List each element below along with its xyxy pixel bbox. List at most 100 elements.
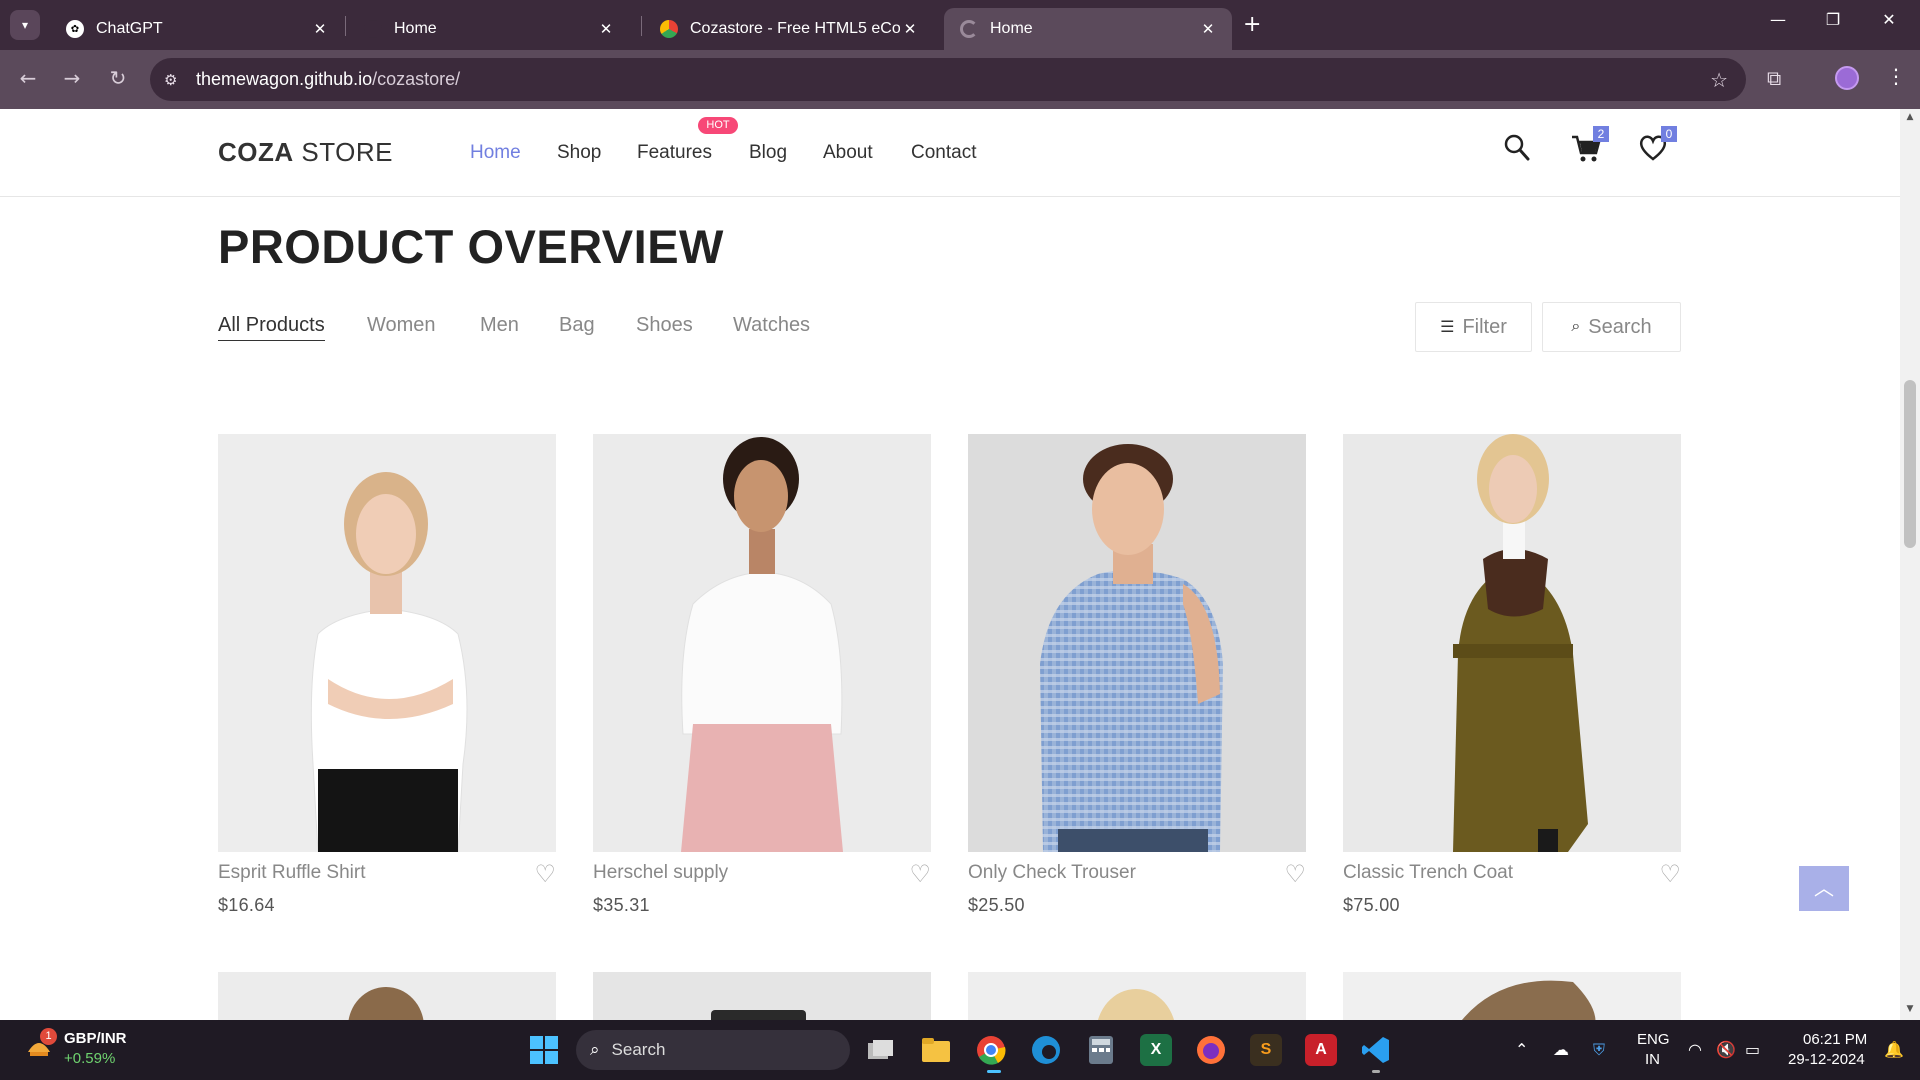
taskbar-search[interactable]: ⌕ Search: [576, 1030, 850, 1070]
site-logo[interactable]: COZA STORE: [218, 137, 393, 168]
calculator-icon[interactable]: [1085, 1034, 1117, 1066]
nav-features[interactable]: Features: [637, 142, 712, 164]
vscode-icon[interactable]: [1360, 1034, 1392, 1066]
filter-button[interactable]: ☰ Filter: [1415, 302, 1532, 352]
tab-title: Home: [990, 20, 1033, 37]
profile-avatar[interactable]: [1835, 66, 1859, 90]
tab-home-active[interactable]: Home ✕: [944, 8, 1232, 50]
filter-tab-men[interactable]: Men: [480, 314, 519, 340]
product-image-partial[interactable]: [968, 972, 1306, 1020]
nav-home[interactable]: Home: [470, 142, 521, 164]
minimize-button[interactable]: —: [1763, 10, 1793, 29]
close-icon[interactable]: ✕: [900, 20, 920, 38]
back-to-top-button[interactable]: ︿: [1799, 866, 1849, 911]
sublime-text-icon[interactable]: S: [1250, 1034, 1282, 1066]
filter-tab-women[interactable]: Women: [367, 314, 436, 340]
reload-button[interactable]: ↻: [103, 66, 133, 90]
reload-icon: ↻: [109, 66, 127, 90]
search-toggle-button[interactable]: ⌕ Search: [1542, 302, 1681, 352]
heart-icon[interactable]: ♡: [909, 860, 931, 888]
widget-title[interactable]: GBP/INR: [64, 1030, 127, 1047]
acrobat-icon[interactable]: A: [1305, 1034, 1337, 1066]
url-path: /cozastore/: [372, 69, 461, 89]
product-card[interactable]: Only Check Trouser ♡ $25.50: [968, 434, 1306, 924]
page-scrollbar[interactable]: [1900, 109, 1920, 1020]
product-card[interactable]: Esprit Ruffle Shirt ♡ $16.64: [218, 434, 556, 924]
heart-icon[interactable]: ♡: [1659, 860, 1681, 888]
back-button[interactable]: ←: [13, 66, 43, 90]
product-image-partial[interactable]: [1343, 972, 1681, 1020]
battery-icon[interactable]: ▭: [1745, 1040, 1760, 1059]
widget-badge: 1: [40, 1028, 57, 1045]
tab-title: ChatGPT: [96, 20, 163, 37]
product-image-esprit-ruffle-shirt[interactable]: [218, 434, 556, 852]
close-window-button[interactable]: ✕: [1874, 10, 1904, 29]
product-image-classic-trench-coat[interactable]: [1343, 434, 1681, 852]
security-shield-icon[interactable]: ⛨: [1593, 1040, 1605, 1060]
nav-shop[interactable]: Shop: [557, 142, 601, 164]
filter-tab-bag[interactable]: Bag: [559, 314, 595, 340]
windows-start-button[interactable]: [528, 1034, 560, 1066]
heart-icon[interactable]: ♡: [1284, 860, 1306, 888]
tab-title: Home: [394, 20, 437, 37]
site-info-icon[interactable]: ⚙: [164, 71, 184, 89]
product-image-partial[interactable]: [218, 972, 556, 1020]
product-price: $35.31: [593, 895, 650, 915]
tab-chatgpt[interactable]: ✿ ChatGPT ✕: [50, 8, 344, 50]
scrollbar-thumb[interactable]: [1904, 380, 1916, 548]
forward-button[interactable]: →: [57, 66, 87, 90]
address-bar[interactable]: ⚙ themewagon.github.io/cozastore/ ☆: [150, 58, 1746, 101]
browser-menu-icon[interactable]: ⋮: [1886, 64, 1906, 88]
filter-tab-shoes[interactable]: Shoes: [636, 314, 693, 340]
tab-search-button[interactable]: ▾: [10, 10, 40, 40]
running-app-indicator: [1372, 1070, 1380, 1073]
edge-icon[interactable]: [1030, 1034, 1062, 1066]
product-name[interactable]: Only Check Trouser: [968, 862, 1136, 884]
file-explorer-icon[interactable]: [920, 1034, 952, 1066]
scroll-up-icon[interactable]: ▲: [1904, 112, 1916, 122]
nav-blog[interactable]: Blog: [749, 142, 787, 164]
restore-button[interactable]: ❐: [1818, 10, 1848, 29]
tab-home-1[interactable]: Home ✕: [348, 8, 630, 50]
clock-date: 29-12-2024: [1788, 1051, 1865, 1068]
product-image-only-check-trouser[interactable]: [968, 434, 1306, 852]
speaker-muted-icon[interactable]: 🔇: [1716, 1040, 1736, 1059]
product-price: $16.64: [218, 895, 275, 915]
loading-icon: [960, 20, 978, 38]
arrow-left-icon: ←: [19, 66, 37, 90]
product-image-herschel-supply[interactable]: [593, 434, 931, 852]
url-text[interactable]: themewagon.github.io/cozastore/: [196, 69, 460, 90]
search-icon[interactable]: [1503, 133, 1531, 170]
search-icon: ⌕: [1571, 318, 1581, 335]
excel-icon[interactable]: X: [1140, 1034, 1172, 1066]
product-card[interactable]: Herschel supply ♡ $35.31: [593, 434, 931, 924]
filter-button-label: Filter: [1462, 315, 1507, 338]
notification-bell-icon[interactable]: 🔔: [1884, 1040, 1904, 1059]
close-icon[interactable]: ✕: [596, 20, 616, 38]
nav-about[interactable]: About: [823, 142, 873, 164]
clock-time[interactable]: 06:21 PM: [1803, 1031, 1867, 1048]
product-card[interactable]: Classic Trench Coat ♡ $75.00: [1343, 434, 1681, 924]
wifi-icon[interactable]: ◠: [1688, 1040, 1702, 1059]
bookmark-star-icon[interactable]: ☆: [1710, 68, 1728, 92]
close-icon[interactable]: ✕: [310, 20, 330, 38]
extensions-icon[interactable]: ⧉: [1767, 66, 1781, 90]
new-tab-button[interactable]: +: [1243, 12, 1261, 38]
task-view-icon[interactable]: [865, 1034, 897, 1066]
nav-contact[interactable]: Contact: [911, 142, 976, 164]
product-image-partial[interactable]: [593, 972, 931, 1020]
firefox-icon[interactable]: [1195, 1034, 1227, 1066]
scroll-down-icon[interactable]: ▼: [1904, 1004, 1916, 1014]
heart-icon[interactable]: ♡: [534, 860, 556, 888]
product-name[interactable]: Herschel supply: [593, 862, 728, 884]
filter-tab-watches[interactable]: Watches: [733, 314, 810, 340]
close-icon[interactable]: ✕: [1198, 20, 1218, 38]
product-name[interactable]: Esprit Ruffle Shirt: [218, 862, 365, 884]
filter-tab-all-products[interactable]: All Products: [218, 314, 325, 341]
product-name[interactable]: Classic Trench Coat: [1343, 862, 1513, 884]
chrome-icon[interactable]: [975, 1034, 1007, 1066]
tab-cozastore[interactable]: Cozastore - Free HTML5 eCommerce ✕: [644, 8, 934, 50]
chevron-up-icon[interactable]: ⌃: [1515, 1040, 1528, 1059]
language-indicator[interactable]: ENG: [1637, 1031, 1670, 1048]
onedrive-icon[interactable]: ☁: [1553, 1040, 1569, 1059]
